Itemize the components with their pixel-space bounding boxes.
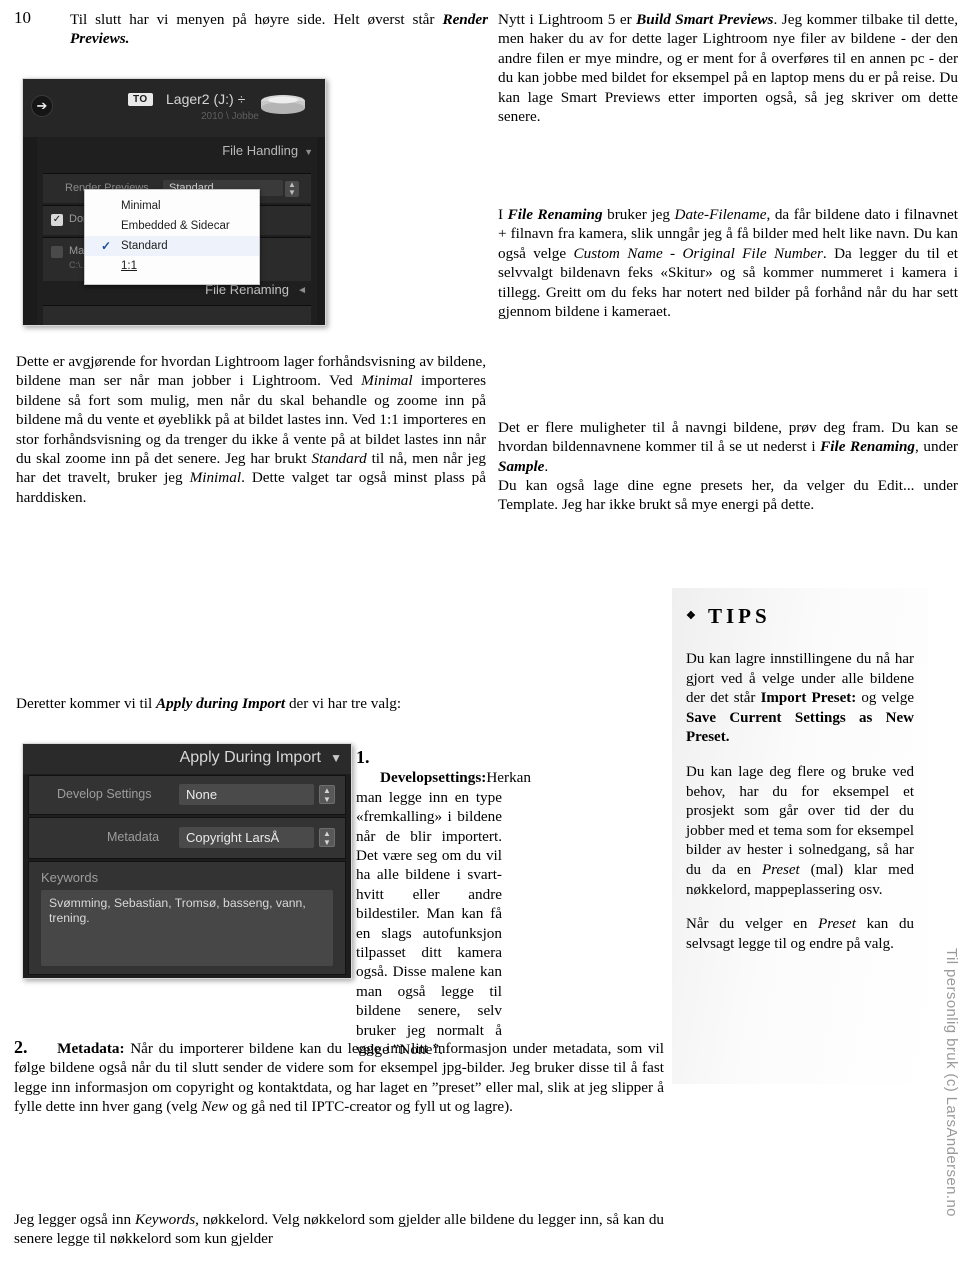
list-item-1-text: Herkan man legge inn en type «fremkallin…: [356, 769, 532, 1059]
rp1-term-build-smart-previews: Build Smart Previews: [636, 11, 774, 28]
destination-path: 2010 \ Jobbe: [201, 111, 259, 122]
rp2-term-custom-name: Custom Name - Original File Number: [573, 244, 823, 262]
screenshot-file-handling: ➔ TO Lager2 (J:) ÷ 2010 \ Jobbe File Han…: [22, 78, 326, 326]
list-item-2-c: og gå ned til IPTC-creator og fyll ut og…: [228, 1098, 513, 1116]
tips-p3-a: Når du velger en: [686, 916, 819, 933]
rp1-c: . Jeg kommer tilbake til dette, men hake…: [498, 11, 959, 126]
duplicates-checkbox[interactable]: ✓: [51, 214, 63, 226]
lp3-c: der vi har tre valg:: [285, 695, 402, 712]
rp4: Du kan også lage dine egne presets her, …: [498, 477, 958, 514]
tips-paragraph-1: Du kan lagre innstillingene du nå har gj…: [686, 650, 914, 748]
metadata-stepper-icon[interactable]: ▲ ▼: [319, 828, 335, 847]
left-paragraph-apply-during-import: Deretter kommer vi til Apply during Impo…: [16, 694, 486, 713]
tips-paragraph-3: Når du velger en Preset kan du selvsagt …: [686, 915, 914, 954]
list-item-2: 2. Metadata: Når du importerer bildene k…: [14, 1037, 664, 1117]
rp2-term-file-renaming: File Renaming: [507, 206, 603, 223]
tips-p2-term-preset: Preset: [761, 861, 800, 878]
chevron-down-icon: ▼: [330, 751, 342, 765]
closing-term-keywords: Keywords: [134, 1211, 196, 1228]
lp3-term-apply-during-import: Apply during Import: [156, 695, 286, 712]
menu-item-one-to-one[interactable]: 1:1: [85, 256, 259, 276]
rp3-c: , under: [915, 438, 958, 456]
page-number: 10: [14, 8, 31, 27]
tips-p3-term-preset: Preset: [818, 916, 856, 933]
menu-item-one-to-one-label: 1:1: [121, 260, 137, 272]
develop-settings-row: Develop Settings None ▲ ▼: [28, 775, 346, 815]
left-intro-paragraph: Til slutt har vi menyen på høyre side. H…: [70, 10, 488, 49]
file-handling-section-header[interactable]: File Handling ▼: [37, 143, 313, 167]
tips-p1-term-import-preset: Import Preset:: [760, 690, 857, 707]
destination-drive-text: Lager2 (J:): [166, 91, 234, 107]
import-destination-bar: ➔ TO Lager2 (J:) ÷ 2010 \ Jobbe: [23, 79, 325, 137]
render-previews-dropdown-menu[interactable]: Minimal Embedded & Sidecar ✓ Standard 1:…: [84, 189, 260, 285]
tips-title-text: TIPS: [708, 604, 771, 628]
chevron-down-icon: ▼: [304, 147, 313, 157]
develop-settings-stepper-icon[interactable]: ▲ ▼: [319, 785, 335, 804]
menu-item-embedded-sidecar-label: Embedded & Sidecar: [121, 220, 230, 232]
keywords-label: Keywords: [41, 870, 99, 885]
file-renaming-strip: [43, 305, 311, 325]
menu-item-standard[interactable]: ✓ Standard: [85, 236, 259, 256]
left-paragraph-previews: Dette er avgjørende for hvordan Lightroo…: [16, 352, 486, 507]
keywords-row: Keywords Svømming, Sebastian, Tromsø, ba…: [28, 861, 346, 975]
keywords-input[interactable]: Svømming, Sebastian, Tromsø, basseng, va…: [41, 890, 333, 966]
menu-item-minimal[interactable]: Minimal: [85, 196, 259, 216]
right-paragraph-smart-previews: Nytt i Lightroom 5 er Build Smart Previe…: [498, 10, 958, 126]
tips-p2-a: Du kan lage deg flere og bruke ved behov…: [686, 763, 914, 878]
metadata-select[interactable]: Copyright LarsÅ: [179, 827, 314, 848]
tips-title: ❖ TIPS: [686, 604, 771, 629]
menu-item-minimal-label: Minimal: [121, 200, 161, 212]
closing-paragraph-keywords: Jeg legger også inn Keywords, nøkkelord.…: [14, 1210, 664, 1249]
left-intro-text-a: Til slutt har vi menyen på høyre side. H…: [70, 11, 443, 28]
document-page: 10 Til slutt har vi menyen på høyre side…: [0, 0, 960, 1284]
rp3-e: .: [544, 457, 549, 475]
arrow-right-circle-icon[interactable]: ➔: [31, 95, 53, 117]
list-item-1-term: Developsettings:: [380, 769, 487, 787]
metadata-row: Metadata Copyright LarsÅ ▲ ▼: [28, 817, 346, 859]
develop-settings-label: Develop Settings: [57, 787, 152, 801]
vertical-credit-text: Til personlig bruk (c) LarsAndersen.no: [943, 948, 960, 1217]
destination-drive-label[interactable]: Lager2 (J:) ÷: [166, 91, 245, 107]
tips-p1-c: og velge: [856, 690, 914, 707]
hard-drive-icon: [261, 95, 305, 114]
second-copy-checkbox[interactable]: ✓: [51, 246, 63, 258]
lp2-term-minimal-1: Minimal: [361, 372, 413, 390]
destination-drive-caret: ÷: [237, 91, 246, 107]
tips-paragraph-2: Du kan lage deg flere og bruke ved behov…: [686, 763, 914, 900]
list-item-1: 1. Developsettings:Herkan man legge inn …: [356, 747, 531, 1060]
screenshot-apply-during-import: Apply During Import ▼ Develop Settings N…: [22, 743, 352, 979]
chevron-left-icon: ◄: [297, 285, 307, 296]
rp2-term-date-filename: Date-Filename: [674, 206, 767, 223]
develop-settings-select[interactable]: None: [179, 784, 314, 805]
right-paragraph-file-renaming: I File Renaming bruker jeg Date-Filename…: [498, 205, 958, 321]
tips-body: Du kan lagre innstillingene du nå har gj…: [686, 650, 914, 969]
render-previews-stepper-icon[interactable]: ▲ ▼: [285, 181, 299, 197]
menu-item-standard-label: Standard: [121, 240, 168, 252]
menu-item-embedded-sidecar[interactable]: Embedded & Sidecar: [85, 216, 259, 236]
lp2-term-standard: Standard: [311, 450, 367, 468]
tips-box: ❖ TIPS Du kan lagre innstillingene du nå…: [672, 588, 928, 1084]
metadata-label: Metadata: [107, 830, 160, 844]
diamond-bullet-icon: ❖: [686, 610, 700, 622]
rp2-c: bruker jeg: [602, 206, 675, 223]
right-paragraph-presets: Du kan også lage dine egne presets her, …: [498, 476, 958, 515]
closing-a: Jeg legger også inn: [14, 1211, 135, 1228]
list-item-2-term: Metadata:: [57, 1040, 125, 1057]
to-badge: TO: [128, 93, 153, 106]
file-handling-title: File Handling: [222, 143, 299, 158]
lp3-a: Deretter kommer vi til: [16, 695, 157, 712]
tips-p1-term-save-current: Save Current Settings as New Preset.: [686, 709, 914, 746]
list-item-2-term-new: New: [201, 1098, 229, 1116]
rp3-term-sample: Sample: [498, 457, 545, 475]
lp2-term-minimal-2: Minimal: [189, 469, 242, 487]
rp2-a: I: [498, 206, 508, 223]
list-item-1-number: 1.: [356, 747, 370, 767]
rp3-term-file-renaming: File Renaming: [820, 438, 916, 456]
apply-during-import-header[interactable]: Apply During Import ▼: [23, 744, 351, 774]
list-item-2-number: 2.: [14, 1037, 28, 1057]
rp1-a: Nytt i Lightroom 5 er: [498, 11, 637, 28]
right-paragraph-naming-options: Det er flere muligheter til å navngi bil…: [498, 418, 958, 476]
apply-during-import-title: Apply During Import: [179, 749, 321, 766]
check-icon: ✓: [101, 239, 112, 253]
